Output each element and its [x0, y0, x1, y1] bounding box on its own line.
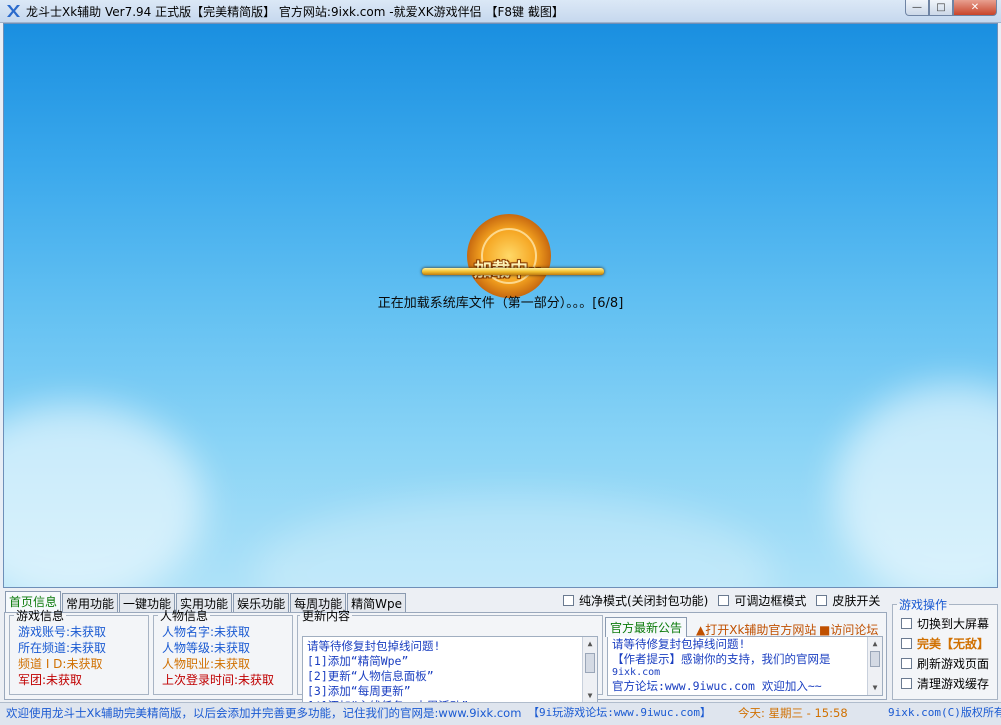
notice-line: 请等待修复封包掉线问题!	[612, 637, 746, 651]
game-info-legend: 游戏信息	[16, 609, 65, 623]
game-op-0[interactable]: 切换到大屏幕	[901, 615, 993, 632]
game-op-label: 清理游戏缓存	[917, 677, 990, 691]
update-line: [1]添加“精简Wpe”	[307, 654, 409, 668]
checkbox-icon[interactable]	[901, 618, 912, 629]
notice-textbox[interactable]: 请等待修复封包掉线问题! 【作者提示】感谢你的支持，我们的官网是 9ixk.com 官…	[607, 636, 883, 696]
visit-forum-link[interactable]: ■访问论坛	[819, 621, 878, 638]
clock-text: 今天: 星期三 - 15:58	[738, 706, 848, 720]
character-info-legend: 人物信息	[160, 609, 209, 623]
game-op-1[interactable]: 完美【无敌】	[901, 635, 993, 652]
game-info-line: 军团:未获取	[18, 673, 83, 687]
scroll-thumb[interactable]	[585, 653, 595, 673]
option-label: 可调边框模式	[734, 594, 807, 608]
checkbox-icon[interactable]	[901, 678, 912, 689]
window-title: 龙斗士Xk辅助 Ver7.94 正式版【完美精简版】 官方网站:9ixk.com…	[26, 5, 564, 19]
char-info-line: 人物职业:未获取	[162, 657, 251, 671]
mode-options: 纯净模式(关闭封包功能) 可调边框模式 皮肤开关	[563, 592, 880, 609]
forum-link[interactable]: 【9i玩游戏论坛:www.9iwuc.com】	[528, 704, 711, 722]
game-info-line: 频道 I D:未获取	[18, 657, 103, 671]
character-info-group: 人物信息 人物名字:未获取 人物等级:未获取 人物职业:未获取上次登录时间:未获取	[153, 607, 293, 695]
notice-line: 官方论坛:www.9iwuc.com 欢迎加入~~	[612, 679, 822, 693]
notice-line: 9ixk.com	[612, 667, 661, 678]
checkbox-icon[interactable]	[901, 638, 912, 649]
game-info-group: 游戏信息 游戏账号:未获取 所在频道:未获取 频道 I D:未获取 军团:未获取	[9, 607, 149, 695]
game-view[interactable]: 加载中·· 正在加载系统库文件（第一部分）。。。[6/8]	[3, 23, 998, 588]
scroll-down-icon[interactable]: ▼	[583, 689, 597, 703]
checkbox-icon[interactable]	[563, 595, 574, 606]
game-op-label: 刷新游戏页面	[917, 657, 990, 671]
game-info-line: 游戏账号:未获取	[18, 625, 107, 639]
open-official-site-link[interactable]: ▲打开Xk辅助官方网站	[696, 621, 816, 638]
close-button[interactable]: ✕	[953, 0, 997, 16]
app-logo-icon	[7, 5, 20, 17]
update-content-textbox[interactable]: 请等待修复封包掉线问题! [1]添加“精简Wpe” [2]更新“人物信息面板” [3]…	[302, 636, 598, 704]
update-content-legend: 更新内容	[302, 609, 351, 623]
minimize-button[interactable]: —	[905, 0, 929, 16]
checkbox-icon[interactable]	[816, 595, 828, 606]
scroll-up-icon[interactable]: ▲	[583, 637, 597, 651]
scroll-thumb[interactable]	[870, 651, 880, 667]
title-bar: 龙斗士Xk辅助 Ver7.94 正式版【完美精简版】 官方网站:9ixk.com…	[0, 0, 1001, 23]
loading-progress-bar	[422, 268, 604, 275]
scroll-down-icon[interactable]: ▼	[868, 681, 882, 695]
notice-line: 【作者提示】感谢你的支持，我们的官网是	[612, 652, 831, 666]
game-op-label: 完美【无敌】	[917, 637, 990, 651]
notice-scrollbar[interactable]: ▲ ▼	[867, 637, 882, 695]
copyright-text: 9ixk.com(C)版权所有	[888, 706, 1001, 719]
game-operations-group: 游戏操作 切换到大屏幕完美【无敌】刷新游戏页面清理游戏缓存游戏常见问题	[892, 596, 998, 717]
cloud-decoration	[4, 404, 204, 587]
update-line: [2]更新“人物信息面板”	[307, 669, 434, 683]
char-info-line: 上次登录时间:未获取	[162, 673, 275, 687]
char-info-line: 人物等级:未获取	[162, 641, 251, 655]
update-line: 请等待修复封包掉线问题!	[307, 639, 441, 653]
game-info-line: 所在频道:未获取	[18, 641, 107, 655]
cloud-decoration	[834, 384, 997, 587]
game-operations-legend: 游戏操作	[899, 598, 948, 612]
update-scrollbar[interactable]: ▲ ▼	[582, 637, 597, 703]
welcome-message: 欢迎使用龙斗士Xk辅助完美精简版，以后会添加并完善更多功能，记住我们的官网是:w…	[6, 706, 522, 720]
loading-progress-fill	[422, 268, 604, 275]
char-info-line: 人物名字:未获取	[162, 625, 251, 639]
status-bar: 欢迎使用龙斗士Xk辅助完美精简版，以后会添加并完善更多功能，记住我们的官网是:w…	[0, 702, 1001, 725]
tab-official-notice[interactable]: 官方最新公告	[605, 617, 688, 637]
option-label: 皮肤开关	[832, 594, 881, 608]
update-content-group: 更新内容 请等待修复封包掉线问题! [1]添加“精简Wpe” [2]更新“人物信息面…	[297, 607, 603, 704]
game-op-3[interactable]: 清理游戏缓存	[901, 675, 993, 692]
scroll-up-icon[interactable]: ▲	[868, 637, 882, 651]
maximize-button[interactable]: □	[929, 0, 953, 16]
update-line: [3]添加“每周更新”	[307, 684, 411, 698]
checkbox-icon[interactable]	[718, 595, 730, 606]
cloud-decoration	[254, 494, 774, 587]
checkbox-icon[interactable]	[901, 658, 912, 669]
game-op-2[interactable]: 刷新游戏页面	[901, 655, 993, 672]
game-op-label: 切换到大屏幕	[917, 617, 990, 631]
option-checkbox-2[interactable]: 皮肤开关	[816, 592, 880, 609]
option-checkbox-1[interactable]: 可调边框模式	[718, 592, 806, 609]
loading-status-text: 正在加载系统库文件（第一部分）。。。[6/8]	[377, 296, 624, 311]
